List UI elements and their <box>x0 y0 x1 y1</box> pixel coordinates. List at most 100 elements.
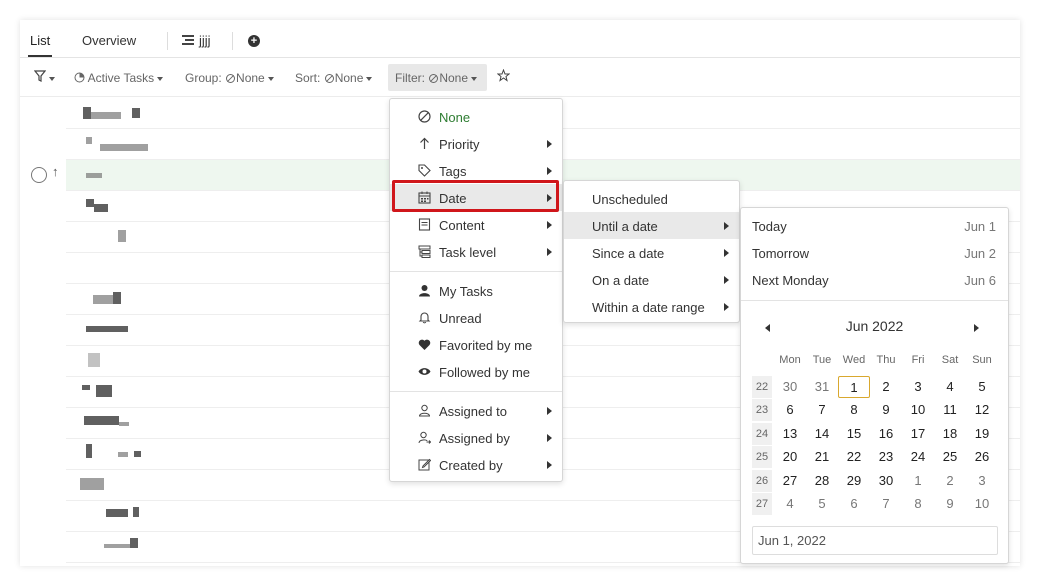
calendar-day[interactable]: 5 <box>966 376 998 398</box>
menu-item-unscheduled[interactable]: Unscheduled <box>564 185 739 212</box>
week-number: 27 <box>752 493 772 515</box>
sort-dropdown[interactable]: Sort: None <box>295 71 373 85</box>
calendar-day[interactable]: 8 <box>838 399 870 421</box>
calendar-day[interactable]: 21 <box>806 446 838 468</box>
calendar-day[interactable]: 10 <box>902 399 934 421</box>
submenu-arrow-icon <box>547 434 552 442</box>
user-icon <box>419 285 430 297</box>
menu-item-my-tasks[interactable]: My Tasks <box>390 277 562 304</box>
calendar-day[interactable]: 7 <box>806 399 838 421</box>
calendar-next-month-icon[interactable] <box>974 324 979 332</box>
priority-up-arrow-icon: ↑ <box>52 164 59 179</box>
calendar-day[interactable]: 4 <box>934 376 966 398</box>
calendar-day[interactable]: 13 <box>774 423 806 445</box>
menu-item-none[interactable]: None <box>390 103 562 130</box>
menu-item-followed[interactable]: Followed by me <box>390 358 562 385</box>
calendar-day[interactable]: 14 <box>806 423 838 445</box>
menu-item-label: Created by <box>439 458 503 473</box>
menu-item-content[interactable]: Content <box>390 211 562 238</box>
menu-item-label: Next Monday <box>752 273 829 288</box>
edit-icon <box>418 458 431 471</box>
list-view-icon[interactable] <box>182 35 194 45</box>
none-icon <box>418 110 431 123</box>
calendar-day[interactable]: 16 <box>870 423 902 445</box>
calendar-day[interactable]: 11 <box>934 399 966 421</box>
menu-item-next-monday[interactable]: Next Monday Jun 6 <box>741 266 1008 293</box>
calendar-day[interactable]: 1 <box>902 470 934 492</box>
date-input[interactable]: Jun 1, 2022 <box>752 526 998 555</box>
filter-dropdown[interactable]: Filter: None <box>395 71 478 85</box>
calendar-day[interactable]: 23 <box>870 446 902 468</box>
menu-item-tomorrow[interactable]: Tomorrow Jun 2 <box>741 239 1008 266</box>
star-icon[interactable] <box>496 68 511 85</box>
menu-item-task-level[interactable]: Task level <box>390 238 562 265</box>
funnel-icon[interactable] <box>33 70 55 85</box>
submenu-arrow-icon <box>724 303 729 311</box>
calendar-day[interactable]: 5 <box>806 493 838 515</box>
calendar-day[interactable]: 18 <box>934 423 966 445</box>
submenu-arrow-icon <box>547 140 552 148</box>
calendar-day[interactable]: 7 <box>870 493 902 515</box>
menu-item-until-a-date[interactable]: Until a date <box>564 212 739 239</box>
menu-item-label: Followed by me <box>439 365 531 380</box>
menu-item-date-range[interactable]: Within a date range <box>564 293 739 320</box>
calendar-day[interactable]: 9 <box>934 493 966 515</box>
calendar-day[interactable]: 2 <box>870 376 902 398</box>
task-checkbox[interactable] <box>31 167 47 183</box>
calendar-day[interactable]: 26 <box>966 446 998 468</box>
tab-overview[interactable]: Overview <box>82 33 136 48</box>
menu-item-assigned-by[interactable]: Assigned by <box>390 424 562 451</box>
menu-item-since-a-date[interactable]: Since a date <box>564 239 739 266</box>
calendar-month-title: Jun 2022 <box>845 318 904 334</box>
calendar-day[interactable]: 25 <box>934 446 966 468</box>
calendar-day[interactable]: 30 <box>870 470 902 492</box>
active-tasks-dropdown[interactable]: Active Tasks <box>74 71 164 85</box>
tab-list[interactable]: List <box>30 33 50 48</box>
tab-view-name[interactable]: jjjj <box>199 33 211 48</box>
menu-item-label: Within a date range <box>592 300 705 315</box>
calendar-day[interactable]: 8 <box>902 493 934 515</box>
none-icon <box>429 74 439 83</box>
calendar-day[interactable]: 3 <box>966 470 998 492</box>
calendar-day[interactable]: 30 <box>774 376 806 398</box>
calendar-day[interactable]: 24 <box>902 446 934 468</box>
menu-item-created-by[interactable]: Created by <box>390 451 562 478</box>
menu-item-today[interactable]: Today Jun 1 <box>741 212 1008 239</box>
week-number: 22 <box>752 376 772 398</box>
menu-item-favorited[interactable]: Favorited by me <box>390 331 562 358</box>
calendar-day[interactable]: 31 <box>806 376 838 398</box>
submenu-arrow-icon <box>724 249 729 257</box>
highlight-box <box>392 180 559 212</box>
calendar-day[interactable]: 4 <box>774 493 806 515</box>
calendar-day[interactable]: 2 <box>934 470 966 492</box>
calendar-day[interactable]: 10 <box>966 493 998 515</box>
calendar-day[interactable]: 29 <box>838 470 870 492</box>
add-view-icon[interactable]: + <box>248 35 260 47</box>
calendar-day[interactable]: 19 <box>966 423 998 445</box>
weekday-header: Wed <box>842 354 866 366</box>
tab-bar: List Overview jjjj + <box>20 20 1020 58</box>
calendar-day[interactable]: 28 <box>806 470 838 492</box>
active-tasks-label: Active Tasks <box>87 71 155 85</box>
calendar-day[interactable]: 27 <box>774 470 806 492</box>
calendar-day[interactable]: 6 <box>774 399 806 421</box>
menu-item-assigned-to[interactable]: Assigned to <box>390 397 562 424</box>
date-hint: Jun 1 <box>964 219 996 234</box>
calendar-day[interactable]: 22 <box>838 446 870 468</box>
calendar-day[interactable]: 17 <box>902 423 934 445</box>
group-dropdown[interactable]: Group: None <box>185 71 274 85</box>
calendar-day[interactable]: 3 <box>902 376 934 398</box>
toolbar: Active Tasks Group: None Sort: None Filt… <box>20 59 1020 97</box>
calendar-day[interactable]: 15 <box>838 423 870 445</box>
menu-item-on-a-date[interactable]: On a date <box>564 266 739 293</box>
calendar-day[interactable]: 20 <box>774 446 806 468</box>
menu-item-priority[interactable]: Priority <box>390 130 562 157</box>
user-arrow-icon <box>418 431 431 444</box>
menu-item-unread[interactable]: Unread <box>390 304 562 331</box>
calendar-day[interactable]: 1 <box>838 376 870 398</box>
content-icon <box>418 218 431 231</box>
menu-divider <box>390 391 562 392</box>
calendar-day[interactable]: 9 <box>870 399 902 421</box>
calendar-day[interactable]: 12 <box>966 399 998 421</box>
calendar-day[interactable]: 6 <box>838 493 870 515</box>
